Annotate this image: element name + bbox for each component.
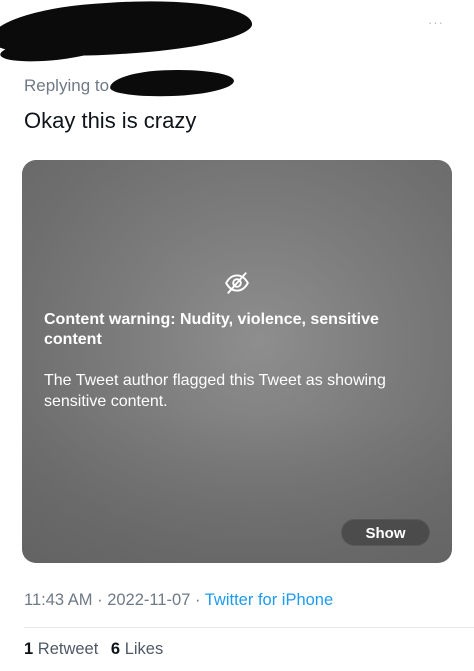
tweet-stats: 1 Retweet 6 Likes xyxy=(24,640,171,659)
tweet-text: Okay this is crazy xyxy=(24,108,197,133)
retweets-label: Retweet xyxy=(37,640,99,658)
likes-stat[interactable]: 6 Likes xyxy=(111,640,163,658)
show-media-button[interactable]: Show xyxy=(341,519,430,546)
tweet-time[interactable]: 11:43 AM xyxy=(24,591,93,609)
tweet-metadata: 11:43 AM · 2022-11-07 · Twitter for iPho… xyxy=(24,591,333,610)
more-horizontal-icon[interactable]: ··· xyxy=(428,16,450,29)
retweets-stat[interactable]: 1 Retweet xyxy=(24,640,98,658)
replying-to-label: Replying to xyxy=(24,76,110,95)
retweets-count: 1 xyxy=(24,640,34,658)
divider xyxy=(24,627,474,628)
content-warning-description: The Tweet author flagged this Tweet as s… xyxy=(44,372,386,410)
likes-count: 6 xyxy=(110,640,121,658)
redacted-handle xyxy=(109,67,235,99)
meta-separator-2: · xyxy=(194,591,201,609)
content-warning-title: Content warning: Nudity, violence, sensi… xyxy=(44,311,379,348)
meta-separator: · xyxy=(97,591,103,609)
tweet-date[interactable]: 2022-11-07 xyxy=(107,591,190,609)
likes-label: Likes xyxy=(124,640,164,658)
eye-slash-icon xyxy=(225,272,249,294)
tweet-source-link[interactable]: Twitter for iPhone xyxy=(205,591,333,609)
sensitive-media-card[interactable]: Content warning: Nudity, violence, sensi… xyxy=(22,160,452,563)
